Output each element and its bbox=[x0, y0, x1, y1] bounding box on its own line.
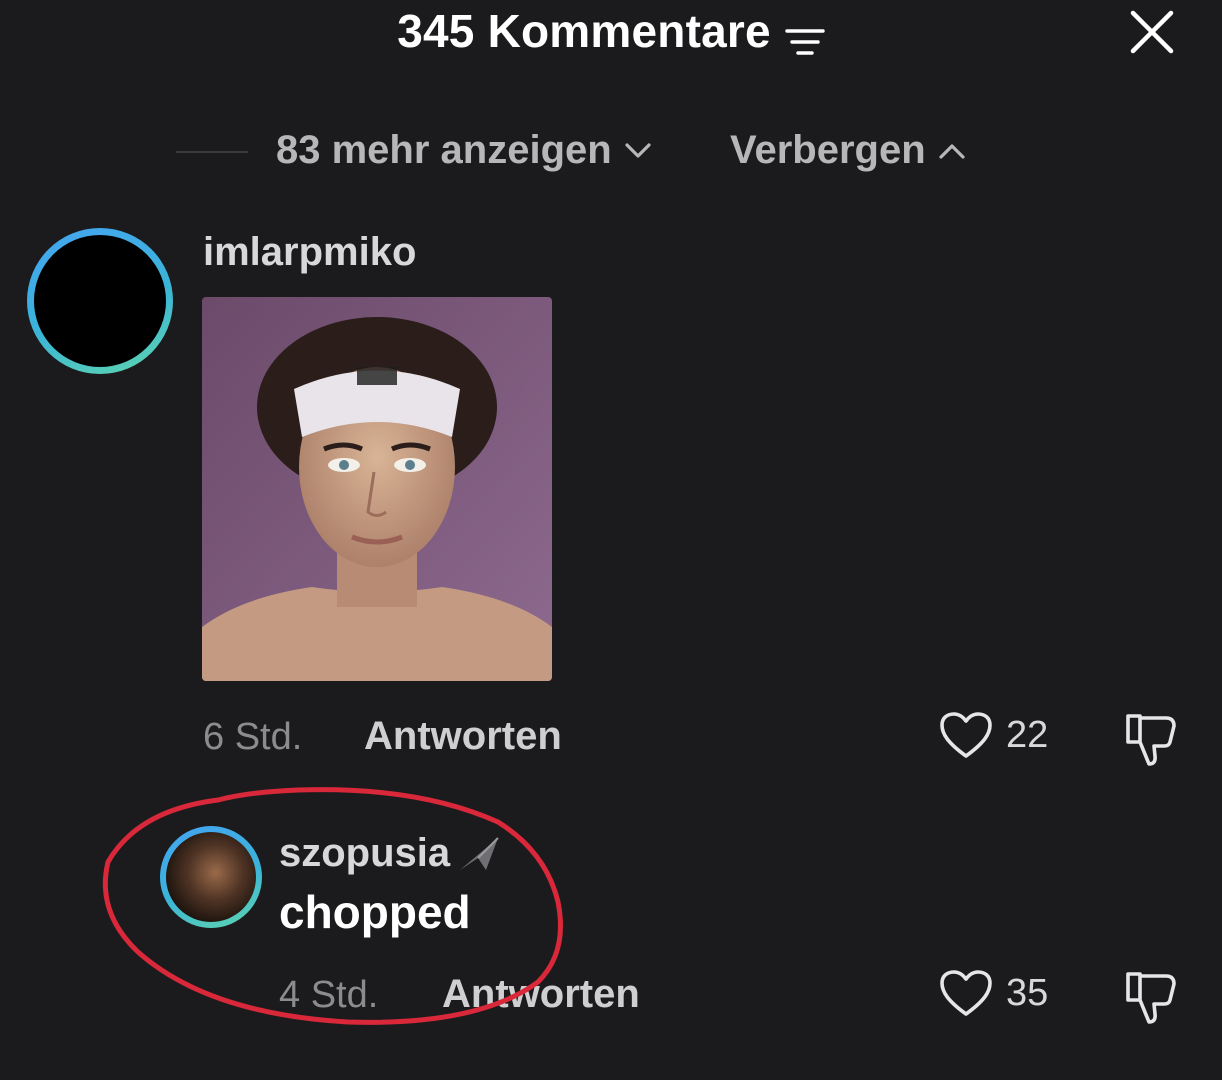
heart-icon bbox=[940, 970, 992, 1016]
filter-sort-icon[interactable] bbox=[785, 17, 825, 55]
comment-time: 6 Std. bbox=[203, 716, 303, 758]
comment-count-title: 345 Kommentare bbox=[397, 5, 771, 57]
paper-plane-icon bbox=[460, 836, 499, 870]
reply-time: 4 Std. bbox=[279, 974, 379, 1016]
like-count: 22 bbox=[1006, 713, 1049, 756]
avatar[interactable] bbox=[160, 826, 262, 928]
reply-username-row: szopusia bbox=[279, 831, 502, 876]
reply-username[interactable]: szopusia bbox=[279, 831, 450, 876]
chevron-down-icon bbox=[625, 142, 651, 158]
heart-icon bbox=[940, 712, 992, 758]
chevron-up-icon bbox=[939, 143, 965, 159]
dislike-button[interactable] bbox=[1122, 710, 1180, 768]
comment-photo[interactable] bbox=[202, 297, 552, 681]
show-more-replies-button[interactable]: 83 mehr anzeigen bbox=[276, 128, 652, 173]
thread-divider bbox=[176, 151, 248, 153]
avatar[interactable] bbox=[27, 228, 173, 374]
like-button[interactable]: 35 bbox=[938, 968, 1048, 1018]
comment-username[interactable]: imlarpmiko bbox=[203, 230, 416, 275]
dislike-button[interactable] bbox=[1122, 968, 1180, 1026]
close-icon[interactable] bbox=[1126, 8, 1178, 56]
like-count: 35 bbox=[1006, 971, 1049, 1014]
thumbs-down-icon bbox=[1126, 972, 1176, 1024]
hide-replies-button[interactable]: Verbergen bbox=[730, 128, 966, 173]
like-button[interactable]: 22 bbox=[938, 710, 1048, 760]
show-more-label: 83 mehr anzeigen bbox=[276, 128, 612, 172]
reply-text: chopped bbox=[279, 886, 471, 938]
hide-label: Verbergen bbox=[730, 128, 926, 172]
reply-button[interactable]: Antworten bbox=[364, 714, 562, 759]
reply-button[interactable]: Antworten bbox=[442, 972, 640, 1017]
thumbs-down-icon bbox=[1126, 714, 1176, 766]
comments-header: 345 Kommentare bbox=[0, 4, 1222, 58]
